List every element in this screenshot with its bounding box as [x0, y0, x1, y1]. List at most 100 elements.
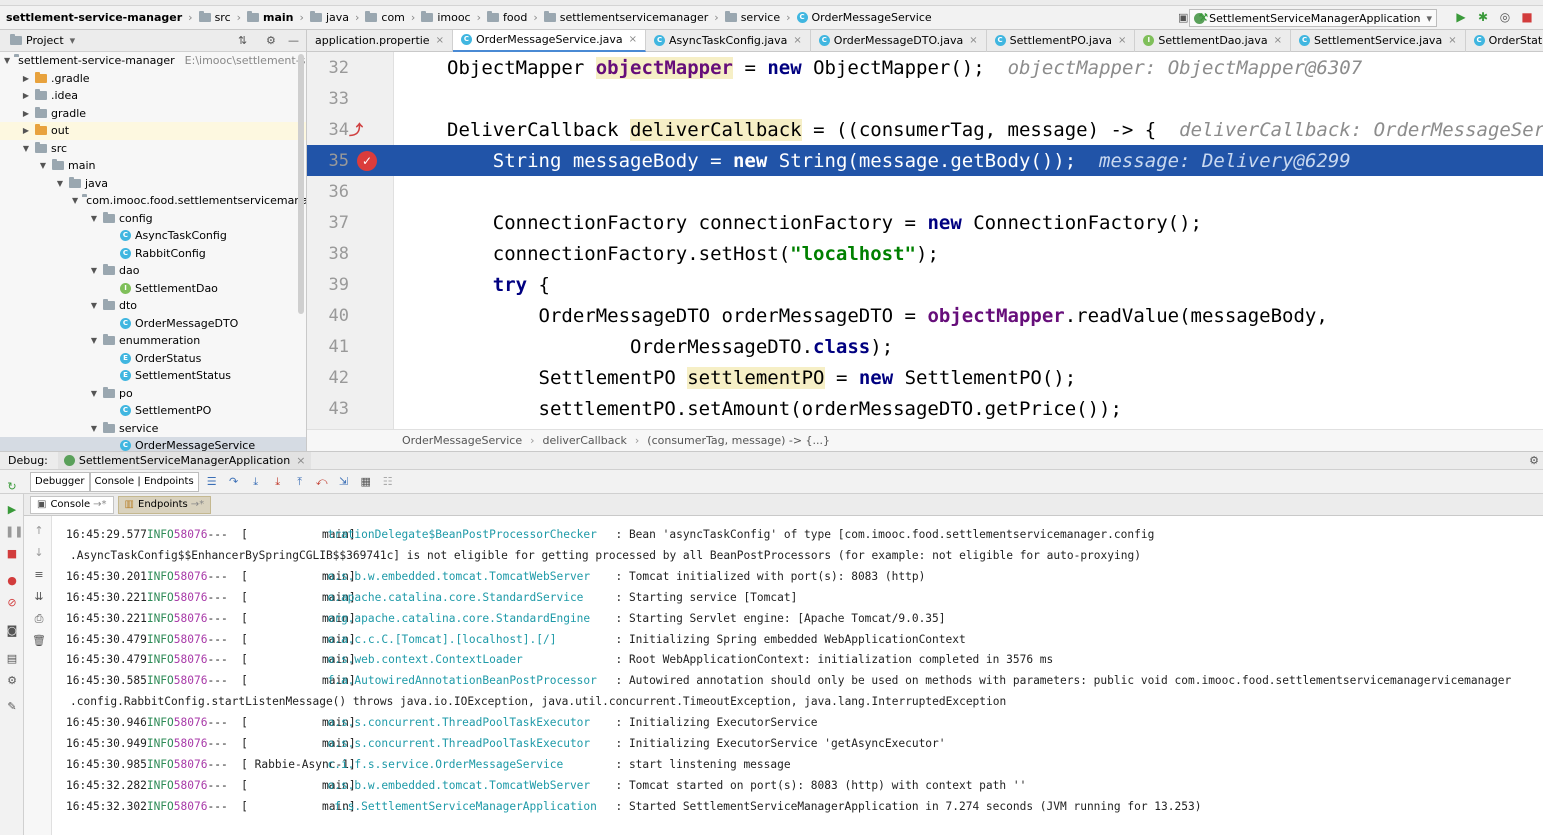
- debug-icon[interactable]: ✱: [1475, 9, 1491, 25]
- editor-tab[interactable]: C OrderMessageDTO.java ×: [811, 29, 987, 52]
- editor-crumb-class[interactable]: OrderMessageService: [402, 434, 522, 447]
- editor-tab[interactable]: application.propertie ×: [307, 29, 453, 52]
- chevron-down-icon[interactable]: ▼: [89, 214, 99, 223]
- tree-item[interactable]: ▼ settlement-service-manager E:\imooc\sett…: [0, 52, 306, 70]
- step-out-icon[interactable]: ⤒: [291, 473, 309, 491]
- tree-item[interactable]: C OrderMessageService: [0, 437, 306, 451]
- nav-crumb-src[interactable]: src ›: [198, 11, 241, 24]
- nav-crumb-main[interactable]: main ›: [247, 11, 304, 24]
- pin-icon[interactable]: ✎: [5, 700, 19, 714]
- chevron-down-icon[interactable]: ▼: [55, 179, 65, 188]
- close-icon[interactable]: ×: [629, 34, 637, 45]
- chevron-down-icon[interactable]: ▼: [89, 389, 99, 398]
- chevron-right-icon[interactable]: ▶: [21, 91, 31, 100]
- console-output[interactable]: 16:45:29.577 INFO 58076 --- [ main] trati…: [52, 516, 1543, 835]
- trace-icon[interactable]: ☷: [379, 473, 397, 491]
- layout-icon[interactable]: ▣: [1178, 11, 1188, 24]
- tree-item[interactable]: ▼ service: [0, 420, 306, 438]
- nav-crumb-food[interactable]: food ›: [487, 11, 538, 24]
- current-execution-line[interactable]: 35 ✓ String messageBody = new String(mess…: [307, 145, 1543, 176]
- rerun-icon[interactable]: ↻: [5, 480, 19, 494]
- scroll-to-end-icon[interactable]: ⇊: [32, 590, 46, 604]
- nav-crumb-com[interactable]: com ›: [365, 11, 415, 24]
- log-logger[interactable]: o.s.web.context.ContextLoader: [327, 653, 615, 666]
- code-line[interactable]: 42 SettlementPO settlementPO = new Settl…: [307, 362, 1543, 393]
- soft-wrap-icon[interactable]: ≡: [32, 568, 46, 582]
- close-icon[interactable]: ×: [1274, 35, 1282, 46]
- log-logger[interactable]: c.i.f.s.service.OrderMessageService: [327, 758, 615, 771]
- code-line[interactable]: 32 ObjectMapper objectMapper = new Object…: [307, 52, 1543, 83]
- log-logger[interactable]: o.s.b.w.embedded.tomcat.TomcatWebServer: [327, 779, 615, 792]
- editor-tab[interactable]: COrderStatus.java×: [1466, 30, 1543, 52]
- pause-icon[interactable]: ❚❚: [5, 525, 23, 539]
- code-line[interactable]: 43 settlementPO.setAmount(orderMessageDT…: [307, 393, 1543, 424]
- chevron-right-icon[interactable]: ▶: [21, 74, 31, 83]
- mute-breakpoints-icon[interactable]: ⊘: [5, 596, 19, 610]
- close-icon[interactable]: ×: [1448, 35, 1456, 46]
- chevron-down-icon[interactable]: ▼: [4, 56, 10, 65]
- tree-item[interactable]: ▼ main: [0, 157, 306, 175]
- tree-item[interactable]: ▼ enummeration: [0, 332, 306, 350]
- tree-item[interactable]: ▼ src: [0, 140, 306, 158]
- close-icon[interactable]: ×: [793, 35, 801, 46]
- tree-item[interactable]: E OrderStatus: [0, 350, 306, 368]
- step-over-icon[interactable]: ↷: [225, 473, 243, 491]
- stop-icon[interactable]: ■: [1519, 9, 1535, 25]
- code-line[interactable]: 33: [307, 83, 1543, 114]
- tree-item[interactable]: E SettlementStatus: [0, 367, 306, 385]
- run-configuration-select[interactable]: SettlementServiceManagerApplication ▾: [1189, 9, 1437, 27]
- hide-panel-icon[interactable]: —: [288, 34, 299, 47]
- lambda-marker-icon[interactable]: ⤴: [349, 120, 363, 140]
- collapse-all-icon[interactable]: ⇅: [238, 34, 247, 47]
- nav-crumb-java[interactable]: java ›: [309, 11, 359, 24]
- tree-item[interactable]: ▼ po: [0, 385, 306, 403]
- tree-item[interactable]: ▶ out: [0, 122, 306, 140]
- editor-tab[interactable]: C AsyncTaskConfig.java ×: [646, 29, 811, 52]
- tree-item[interactable]: C OrderMessageDTO: [0, 315, 306, 333]
- chevron-down-icon[interactable]: ▾: [70, 34, 76, 47]
- up-arrow-icon[interactable]: ↑: [32, 524, 46, 538]
- print-icon[interactable]: ⎙: [32, 612, 46, 626]
- editor-crumb-lambda[interactable]: (consumerTag, message) -> {...}: [647, 434, 830, 447]
- project-view-selector[interactable]: Project: [26, 34, 64, 47]
- tree-item[interactable]: ▶ gradle: [0, 105, 306, 123]
- nav-crumb-ordermessageservice[interactable]: C OrderMessageService: [796, 11, 932, 24]
- code-line[interactable]: 39 try {: [307, 269, 1543, 300]
- log-logger[interactable]: o.a.c.c.C.[Tomcat].[localhost].[/]: [327, 633, 615, 646]
- chevron-down-icon[interactable]: ▼: [72, 196, 78, 205]
- chevron-right-icon[interactable]: ▶: [21, 109, 31, 118]
- chevron-down-icon[interactable]: ▼: [89, 301, 99, 310]
- chevron-down-icon[interactable]: ▼: [89, 424, 99, 433]
- code-line[interactable]: 40 OrderMessageDTO orderMessageDTO = obj…: [307, 300, 1543, 331]
- layout-icon[interactable]: ▤: [5, 652, 19, 666]
- log-logger[interactable]: o.s.b.w.embedded.tomcat.TomcatWebServer: [327, 570, 615, 583]
- log-logger[interactable]: o.s.s.concurrent.ThreadPoolTaskExecutor: [327, 716, 615, 729]
- editor-tab[interactable]: C OrderMessageService.java ×: [452, 29, 647, 52]
- code-line[interactable]: 41 OrderMessageDTO.class);: [307, 331, 1543, 362]
- step-into-icon[interactable]: ⤓: [247, 473, 265, 491]
- evaluate-expression-icon[interactable]: ▦: [357, 473, 375, 491]
- debug-session-tab[interactable]: SettlementServiceManagerApplication ×: [57, 452, 312, 469]
- chevron-right-icon[interactable]: ▶: [21, 126, 31, 135]
- code-line[interactable]: 36: [307, 176, 1543, 207]
- tab-debugger[interactable]: Debugger: [30, 471, 90, 492]
- tree-item[interactable]: ▼ java: [0, 175, 306, 193]
- gear-icon[interactable]: ⚙: [266, 34, 276, 47]
- camera-icon[interactable]: ◙: [5, 624, 19, 638]
- code-line[interactable]: 34 ⤴ DeliverCallback deliverCallback = ((c…: [307, 114, 1543, 145]
- log-logger[interactable]: o.apache.catalina.core.StandardService: [327, 591, 615, 604]
- close-icon[interactable]: ×: [1118, 35, 1126, 46]
- nav-crumb-service[interactable]: service ›: [724, 11, 791, 24]
- log-logger[interactable]: o.s.s.concurrent.ThreadPoolTaskExecutor: [327, 737, 615, 750]
- project-scrollbar[interactable]: [298, 54, 304, 314]
- menu-icon[interactable]: ☰: [203, 473, 221, 491]
- tab-endpoints[interactable]: ▥ Endpoints →*: [117, 495, 212, 514]
- close-icon[interactable]: ×: [436, 35, 444, 46]
- gear-icon[interactable]: ⚙: [1529, 454, 1539, 467]
- tree-item[interactable]: ▼ dao: [0, 262, 306, 280]
- close-icon[interactable]: ×: [969, 35, 977, 46]
- log-logger[interactable]: trationDelegate$BeanPostProcessorChecker: [327, 528, 615, 541]
- chevron-down-icon[interactable]: ▼: [89, 266, 99, 275]
- tab-console[interactable]: ▣ Console →*: [30, 495, 114, 514]
- nav-crumb-settlementservicemanager[interactable]: settlementservicemanager ›: [543, 11, 719, 24]
